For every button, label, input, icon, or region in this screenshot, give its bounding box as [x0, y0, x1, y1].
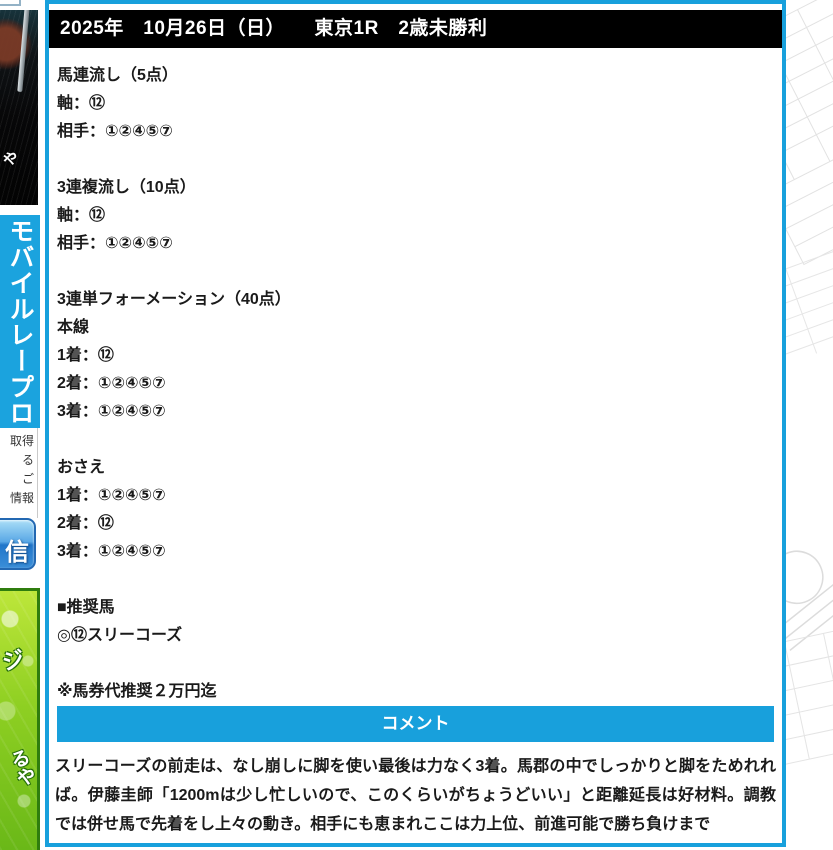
send-button-label: 信 — [5, 539, 29, 566]
info-line: 情報 — [9, 491, 34, 505]
sidebar-send-button[interactable]: 信 — [0, 518, 36, 570]
tip-line: 相手：①②④⑤⑦ — [57, 123, 173, 140]
sidebar-photo-ad[interactable]: や — [0, 10, 38, 205]
race-header-bar: 2025年 10月26日（日） 東京1R 2歳未勝利 — [49, 10, 782, 48]
tip-line-spacer — [57, 426, 774, 454]
tip-line: ※馬券代推奨２万円迄 — [57, 683, 217, 700]
tip-line: 3連複流し（10点） — [57, 179, 196, 196]
newspaper-background — [786, 0, 833, 850]
phone-icon — [17, 10, 30, 93]
sidebar-banner-mobile-racepro[interactable]: モバイルレープロ — [0, 215, 40, 428]
tip-line: 軸：⑫ — [57, 95, 106, 112]
tip-line: 2着：①②④⑤⑦ — [57, 375, 166, 392]
comment-button[interactable]: コメント — [57, 706, 774, 742]
race-tips-panel: 2025年 10月26日（日） 東京1R 2歳未勝利 馬連流し（5点） 軸：⑫ … — [45, 0, 786, 847]
newspaper-texture-svg — [786, 0, 833, 777]
tip-line: 1着：⑫ — [57, 347, 114, 364]
tip-line: 1着：①②④⑤⑦ — [57, 487, 166, 504]
tip-line: 軸：⑫ — [57, 207, 106, 224]
info-line: 取得 — [9, 434, 34, 448]
green-banner-text-top: ジ — [0, 645, 28, 676]
previous-block-border-fragment — [0, 0, 21, 6]
green-banner-text-bottom: るや — [5, 746, 38, 790]
comment-text: スリーコーズの前走は、なし崩しに脚を使い最後は力なく3着。馬郡の中でしっかりと脚… — [55, 758, 776, 833]
tip-line: ◎⑫スリーコーズ — [57, 627, 183, 644]
tip-line: 相手：①②④⑤⑦ — [57, 235, 173, 252]
betting-tips-list: 馬連流し（5点） 軸：⑫ 相手：①②④⑤⑦ 3連複流し（10点） 軸：⑫ 相手：… — [49, 48, 782, 706]
info-line: ご — [21, 472, 34, 486]
tip-line: おさえ — [57, 459, 106, 476]
tip-line: 馬連流し（5点） — [57, 67, 178, 84]
sidebar-banner-green-ad[interactable]: ジ るや — [0, 588, 40, 850]
tip-line-spacer — [57, 566, 774, 594]
info-line: る — [21, 453, 34, 467]
tip-line-spacer — [57, 258, 774, 286]
tip-line: 3着：①②④⑤⑦ — [57, 543, 166, 560]
tip-line: 2着：⑫ — [57, 515, 114, 532]
tip-line: 3着：①②④⑤⑦ — [57, 403, 166, 420]
tip-line-spacer — [57, 650, 774, 678]
tip-line-spacer — [57, 146, 774, 174]
tip-line: 本線 — [57, 319, 90, 336]
sidebar-info-box: 取得 る ご 情報 — [0, 428, 38, 518]
tip-line: ■推奨馬 — [57, 599, 115, 616]
photo-overlay-text: や — [0, 148, 22, 171]
banner-vertical-label: モバイルレープロ — [6, 217, 34, 426]
tip-line: 3連単フォーメーション（40点） — [57, 291, 291, 308]
